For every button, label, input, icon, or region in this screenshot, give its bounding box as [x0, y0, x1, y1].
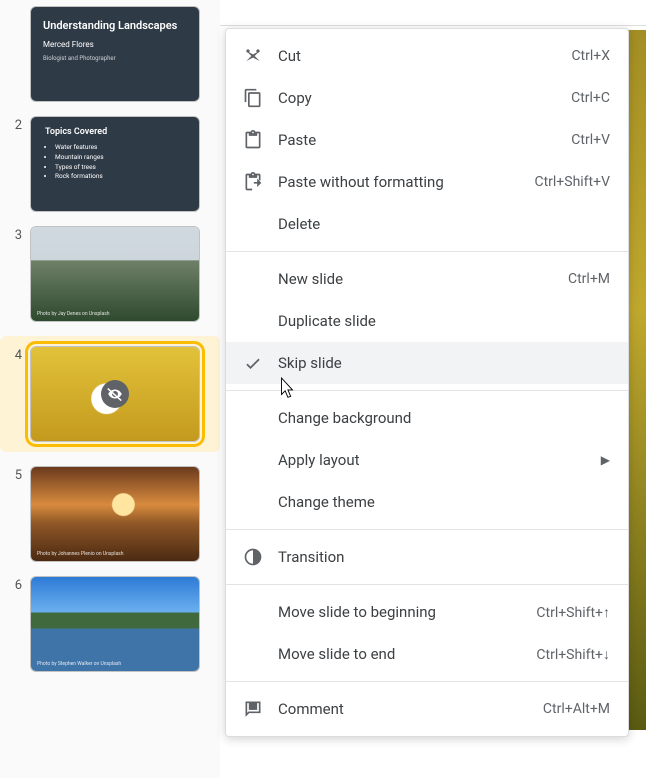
- list-item: Mountain ranges: [55, 153, 199, 163]
- photo-placeholder: [31, 227, 199, 321]
- menu-label: Paste without formatting: [278, 173, 534, 191]
- slide-thumbnail-6[interactable]: Photo by Stephen Walker on Unsplash: [30, 576, 200, 672]
- menu-item-new-slide[interactable]: New slide Ctrl+M: [226, 258, 628, 300]
- copy-icon: [240, 88, 266, 108]
- check-icon: [240, 353, 266, 373]
- menu-item-cut[interactable]: Cut Ctrl+X: [226, 35, 628, 77]
- menu-label: Move slide to end: [278, 645, 536, 663]
- horizontal-ruler: [220, 0, 646, 26]
- paste-icon: [240, 130, 266, 150]
- menu-shortcut: Ctrl+M: [568, 271, 610, 287]
- list-item: Water features: [55, 143, 199, 153]
- menu-label: Skip slide: [278, 354, 610, 372]
- menu-item-skip-slide[interactable]: Skip slide: [226, 342, 628, 384]
- menu-item-duplicate-slide[interactable]: Duplicate slide: [226, 300, 628, 342]
- menu-label: Change theme: [278, 493, 610, 511]
- slide-number: 2: [0, 116, 30, 133]
- comment-icon: [240, 699, 266, 719]
- menu-label: Move slide to beginning: [278, 603, 536, 621]
- slide-number: 4: [0, 346, 30, 363]
- thumbnail-row-selected[interactable]: 4: [0, 336, 220, 452]
- slide2-list: Water features Mountain ranges Types of …: [55, 143, 199, 182]
- slide-thumbnail-2[interactable]: Topics Covered Water features Mountain r…: [30, 116, 200, 212]
- slide1-role: Biologist and Photographer: [43, 55, 199, 62]
- menu-shortcut: Ctrl+Shift+V: [534, 174, 610, 190]
- menu-item-comment[interactable]: Comment Ctrl+Alt+M: [226, 688, 628, 730]
- thumbnail-row[interactable]: 6 Photo by Stephen Walker on Unsplash: [0, 576, 220, 672]
- menu-item-move-end[interactable]: Move slide to end Ctrl+Shift+↓: [226, 633, 628, 675]
- thumbnail-row[interactable]: 2 Topics Covered Water features Mountain…: [0, 116, 220, 212]
- menu-label: Cut: [278, 47, 571, 65]
- thumbnail-row[interactable]: 3 Photo by Jay Denes on Unsplash: [0, 226, 220, 322]
- menu-separator: [226, 584, 628, 585]
- menu-shortcut: Ctrl+Alt+M: [543, 701, 610, 717]
- list-item: Types of trees: [55, 163, 199, 173]
- menu-shortcut: Ctrl+Shift+↑: [536, 604, 610, 621]
- menu-label: Delete: [278, 215, 610, 233]
- menu-label: Copy: [278, 89, 571, 107]
- photo-placeholder: [31, 577, 199, 671]
- menu-label: New slide: [278, 270, 568, 288]
- menu-item-copy[interactable]: Copy Ctrl+C: [226, 77, 628, 119]
- menu-item-paste[interactable]: Paste Ctrl+V: [226, 119, 628, 161]
- thumbnail-row[interactable]: Understanding Landscapes Merced Flores B…: [0, 6, 220, 102]
- menu-item-change-theme[interactable]: Change theme: [226, 481, 628, 523]
- slide-thumbnail-panel: Understanding Landscapes Merced Flores B…: [0, 0, 220, 778]
- menu-item-apply-layout[interactable]: Apply layout ▶: [226, 439, 628, 481]
- slide1-subtitle: Merced Flores: [43, 40, 199, 49]
- cut-icon: [240, 46, 266, 66]
- menu-item-transition[interactable]: Transition: [226, 536, 628, 578]
- menu-label: Duplicate slide: [278, 312, 610, 330]
- menu-label: Transition: [278, 548, 610, 566]
- photo-caption: Photo by Jay Denes on Unsplash: [37, 311, 110, 317]
- slide-thumbnail-1[interactable]: Understanding Landscapes Merced Flores B…: [30, 6, 200, 102]
- photo-caption: Photo by Johannes Plenio on Unsplash: [37, 551, 124, 557]
- context-menu: Cut Ctrl+X Copy Ctrl+C Paste Ctrl+V Past…: [225, 28, 629, 737]
- menu-label: Paste: [278, 131, 571, 149]
- slide-thumbnail-4[interactable]: [30, 346, 200, 442]
- slide2-title: Topics Covered: [45, 127, 199, 137]
- paste-plain-icon: [240, 172, 266, 192]
- menu-item-move-begin[interactable]: Move slide to beginning Ctrl+Shift+↑: [226, 591, 628, 633]
- menu-separator: [226, 390, 628, 391]
- menu-separator: [226, 529, 628, 530]
- menu-shortcut: Ctrl+V: [571, 132, 610, 148]
- submenu-arrow-icon: ▶: [601, 453, 610, 467]
- photo-caption: Photo by Stephen Walker on Unsplash: [37, 661, 121, 667]
- slide-thumbnail-3[interactable]: Photo by Jay Denes on Unsplash: [30, 226, 200, 322]
- slide-number: 5: [0, 466, 30, 483]
- slide1-title: Understanding Landscapes: [43, 19, 199, 32]
- slide-number: 6: [0, 576, 30, 593]
- list-item: Rock formations: [55, 172, 199, 182]
- menu-item-change-background[interactable]: Change background: [226, 397, 628, 439]
- slide-number: 3: [0, 226, 30, 243]
- menu-separator: [226, 681, 628, 682]
- menu-item-paste-plain[interactable]: Paste without formatting Ctrl+Shift+V: [226, 161, 628, 203]
- slide-thumbnail-5[interactable]: Photo by Johannes Plenio on Unsplash: [30, 466, 200, 562]
- menu-shortcut: Ctrl+X: [571, 48, 610, 64]
- menu-shortcut: Ctrl+Shift+↓: [536, 646, 610, 663]
- hidden-slide-icon: [101, 380, 129, 408]
- menu-label: Apply layout: [278, 451, 601, 469]
- slide-number: [0, 6, 30, 8]
- thumbnail-row[interactable]: 5 Photo by Johannes Plenio on Unsplash: [0, 466, 220, 562]
- menu-separator: [226, 251, 628, 252]
- menu-shortcut: Ctrl+C: [571, 90, 610, 106]
- menu-label: Comment: [278, 700, 543, 718]
- menu-label: Change background: [278, 409, 610, 427]
- menu-item-delete[interactable]: Delete: [226, 203, 628, 245]
- photo-placeholder: [31, 467, 199, 561]
- transition-icon: [240, 547, 266, 567]
